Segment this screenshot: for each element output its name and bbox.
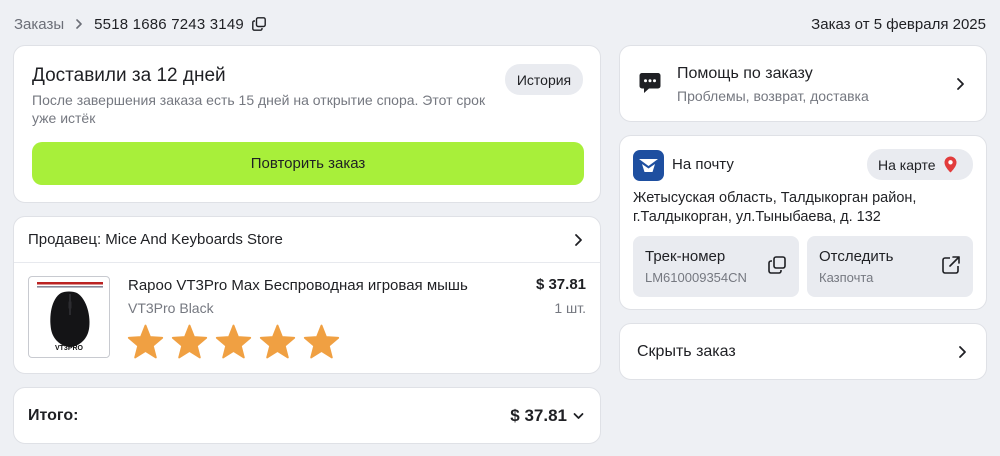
product-variant: VT3Pro Black [128, 300, 214, 316]
seller-label: Продавец: Mice And Keyboards Store [28, 231, 283, 248]
total-toggle[interactable]: $ 37.81 [510, 406, 584, 426]
chevron-right-icon [954, 77, 966, 91]
help-card[interactable]: Помощь по заказу Проблемы, возврат, дост… [619, 45, 987, 122]
follow-title: Отследить [819, 248, 894, 265]
track-title: Трек-номер [645, 248, 726, 265]
track-number-tile[interactable]: Трек-номер LM610009354CN [633, 236, 799, 297]
hide-order-row[interactable]: Скрыть заказ [619, 323, 987, 380]
external-link-icon [942, 256, 960, 274]
delivery-address: Жетысуская область, Талдыкорган район, г… [633, 190, 917, 225]
map-button[interactable]: На карте [867, 149, 973, 180]
help-title: Помощь по заказу [677, 65, 813, 82]
track-number: LM610009354CN [645, 270, 747, 285]
dispute-notice: После завершения заказа есть 15 дней на … [32, 92, 486, 126]
thumbnail-caption: VT3PRO [54, 345, 83, 352]
chevron-right-icon [572, 233, 584, 247]
star-icon[interactable] [303, 324, 340, 359]
seller-card: Продавец: Mice And Keyboards Store VT3PR… [13, 216, 601, 374]
history-button[interactable]: История [505, 64, 583, 95]
map-pin-icon [944, 156, 957, 173]
chat-bubble-icon [638, 71, 662, 95]
post-title: На почту [672, 156, 734, 173]
delivery-status-card: Доставили за 12 дней После завершения за… [13, 45, 601, 203]
chevron-right-icon [74, 19, 84, 29]
order-number: 5518 1686 7243 3149 [94, 15, 244, 33]
star-icon[interactable] [127, 324, 164, 359]
copy-icon[interactable] [768, 256, 786, 274]
star-icon[interactable] [171, 324, 208, 359]
map-button-label: На карте [878, 156, 936, 173]
product-thumbnail[interactable]: VT3PRO [28, 276, 110, 358]
chevron-right-icon [956, 345, 968, 359]
hide-order-label: Скрыть заказ [637, 342, 736, 360]
chevron-down-icon [573, 412, 584, 420]
track-shipment-tile[interactable]: Отследить Казпочта [807, 236, 973, 297]
star-icon[interactable] [259, 324, 296, 359]
star-icon[interactable] [215, 324, 252, 359]
repeat-order-button[interactable]: Повторить заказ [32, 142, 584, 185]
total-value: $ 37.81 [510, 405, 567, 425]
seller-row[interactable]: Продавец: Mice And Keyboards Store [14, 217, 600, 263]
rating-stars [127, 324, 340, 359]
top-bar: Заказы 5518 1686 7243 3149 Заказ от 5 фе… [14, 12, 986, 36]
copy-icon[interactable] [252, 17, 266, 31]
product-quantity: 1 шт. [554, 300, 586, 316]
help-subtitle: Проблемы, возврат, доставка [677, 88, 869, 104]
kazpost-logo-icon [633, 150, 664, 181]
order-date: Заказ от 5 февраля 2025 [811, 15, 986, 33]
follow-service: Казпочта [819, 270, 874, 285]
breadcrumb-orders-link[interactable]: Заказы [14, 16, 64, 33]
delivery-title: Доставили за 12 дней [32, 65, 226, 86]
product-name[interactable]: Rapoo VT3Pro Max Беспроводная игровая мы… [128, 277, 468, 294]
total-card: Итого: $ 37.81 [13, 387, 601, 444]
post-delivery-card: На почту На карте Жетысуская область, Та… [619, 135, 987, 310]
total-label: Итого: [28, 406, 79, 424]
product-price: $ 37.81 [535, 276, 586, 293]
